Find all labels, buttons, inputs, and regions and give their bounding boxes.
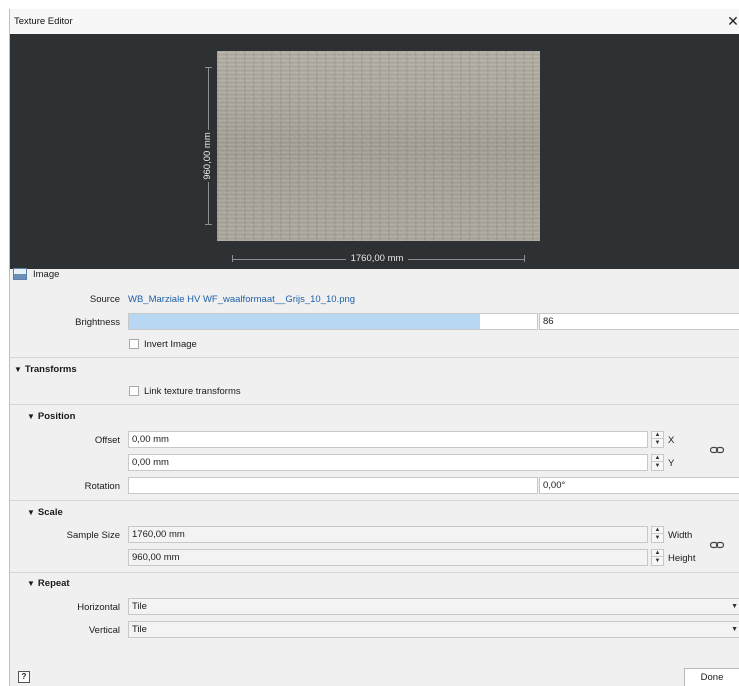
- spinner-up-icon[interactable]: ▲: [652, 455, 663, 462]
- width-dimension-label: 1760,00 mm: [346, 253, 408, 265]
- position-title: Position: [37, 411, 76, 422]
- close-icon[interactable]: ✕: [726, 12, 739, 30]
- offset-y-spinner[interactable]: ▲ ▼: [651, 454, 664, 471]
- window-title: Texture Editor: [14, 16, 73, 27]
- chain-link-icon[interactable]: [710, 541, 724, 549]
- rotation-label: Rotation: [84, 481, 120, 492]
- triangle-down-icon: ▼: [27, 412, 35, 421]
- done-button[interactable]: Done: [684, 668, 739, 686]
- title-bar: Texture Editor ✕: [10, 9, 739, 34]
- divider: [10, 500, 739, 501]
- horizontal-repeat-value: Tile: [132, 601, 147, 612]
- height-dimension-cap-top: [205, 67, 212, 68]
- vertical-repeat-value: Tile: [132, 624, 147, 635]
- spinner-down-icon[interactable]: ▼: [652, 535, 663, 542]
- link-texture-transforms-label: Link texture transforms: [144, 386, 241, 397]
- offset-label: Offset: [94, 435, 120, 446]
- triangle-down-icon: ▼: [27, 579, 35, 588]
- sample-width-input[interactable]: 1760,00 mm: [128, 526, 648, 543]
- image-section-title: Image: [33, 269, 60, 280]
- offset-x-spinner[interactable]: ▲ ▼: [651, 431, 664, 448]
- chevron-down-icon: ▼: [731, 626, 738, 633]
- offset-y-axis-label: Y: [668, 458, 675, 469]
- texture-preview: 960,00 mm 1760,00 mm: [10, 34, 739, 269]
- position-section-header[interactable]: ▼ Position: [27, 411, 75, 422]
- divider: [10, 572, 739, 573]
- width-dimension-cap-left: [232, 255, 233, 262]
- help-icon[interactable]: ?: [18, 671, 30, 683]
- horizontal-repeat-select[interactable]: Tile ▼: [128, 598, 739, 615]
- sample-width-spinner[interactable]: ▲ ▼: [651, 526, 664, 543]
- vertical-label: Vertical: [88, 625, 120, 636]
- spinner-down-icon[interactable]: ▼: [652, 558, 663, 565]
- invert-image-checkbox[interactable]: [129, 339, 139, 349]
- offset-x-input[interactable]: 0,00 mm: [128, 431, 648, 448]
- texture-image: [217, 51, 540, 241]
- chain-link-icon[interactable]: [710, 446, 724, 454]
- spinner-down-icon[interactable]: ▼: [652, 440, 663, 447]
- triangle-down-icon: ▼: [27, 508, 35, 517]
- brightness-label: Brightness: [75, 317, 120, 328]
- offset-x-axis-label: X: [668, 435, 675, 446]
- offset-y-input[interactable]: 0,00 mm: [128, 454, 648, 471]
- transforms-title: Transforms: [24, 364, 77, 375]
- height-dimension-cap-bottom: [205, 224, 212, 225]
- spinner-up-icon[interactable]: ▲: [652, 550, 663, 557]
- source-label: Source: [89, 294, 120, 305]
- triangle-down-icon: ▼: [14, 365, 22, 374]
- sample-height-label: Height: [668, 553, 696, 564]
- source-link[interactable]: WB_Marziale HV WF_waalformaat__Grijs_10_…: [128, 294, 355, 305]
- transforms-section-header[interactable]: ▼ Transforms: [14, 364, 77, 375]
- horizontal-label: Horizontal: [77, 602, 120, 613]
- chevron-down-icon: ▼: [731, 603, 738, 610]
- spinner-up-icon[interactable]: ▲: [652, 527, 663, 534]
- vertical-repeat-select[interactable]: Tile ▼: [128, 621, 739, 638]
- spinner-down-icon[interactable]: ▼: [652, 463, 663, 470]
- sample-width-label: Width: [668, 530, 693, 541]
- scale-title: Scale: [37, 507, 63, 518]
- sample-height-spinner[interactable]: ▲ ▼: [651, 549, 664, 566]
- rotation-slider[interactable]: [128, 477, 538, 494]
- link-texture-transforms-checkbox[interactable]: [129, 386, 139, 396]
- divider: [10, 357, 739, 358]
- divider: [10, 404, 739, 405]
- invert-image-label: Invert Image: [144, 339, 197, 350]
- repeat-title: Repeat: [37, 578, 70, 589]
- brightness-slider[interactable]: [128, 313, 538, 330]
- scale-section-header[interactable]: ▼ Scale: [27, 507, 63, 518]
- brightness-slider-fill: [129, 314, 480, 329]
- brightness-value-field[interactable]: 86: [539, 313, 739, 330]
- width-dimension-cap-right: [524, 255, 525, 262]
- repeat-section-header[interactable]: ▼ Repeat: [27, 578, 70, 589]
- height-dimension-label: 960,00 mm: [202, 130, 214, 182]
- image-icon: [13, 268, 27, 280]
- texture-editor-dialog: Texture Editor ✕ 960,00 mm 1760,00 mm Im…: [9, 9, 739, 686]
- sample-size-label: Sample Size: [66, 530, 120, 541]
- sample-height-input[interactable]: 960,00 mm: [128, 549, 648, 566]
- rotation-value-field[interactable]: 0,00°: [539, 477, 739, 494]
- spinner-up-icon[interactable]: ▲: [652, 432, 663, 439]
